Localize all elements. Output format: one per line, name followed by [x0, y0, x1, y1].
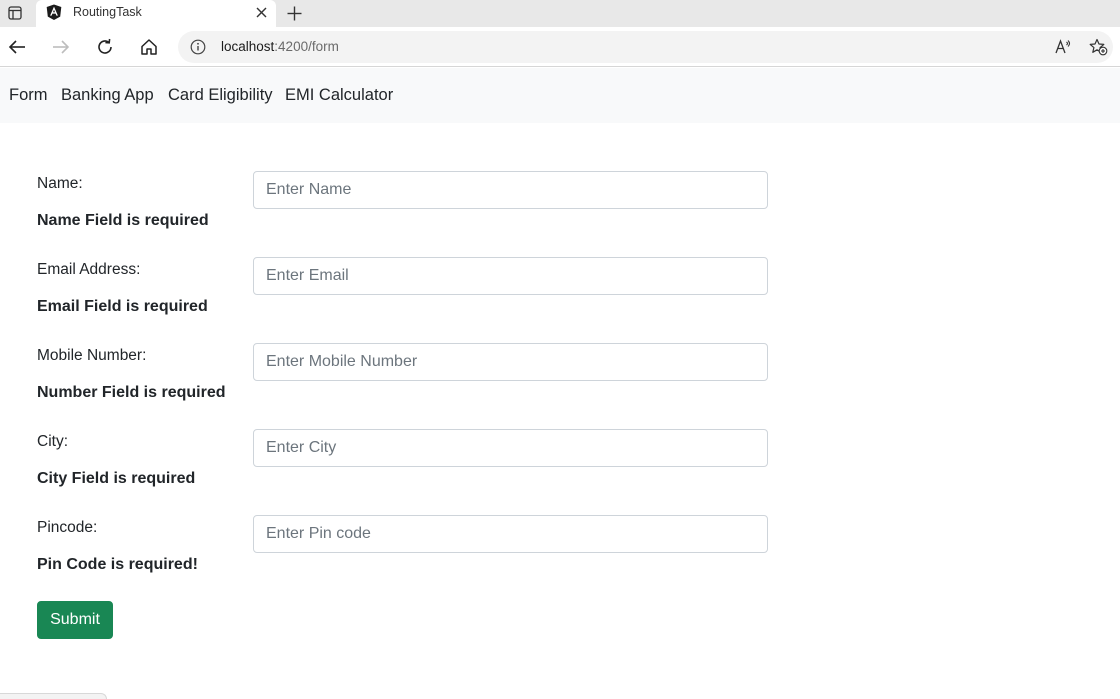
forward-arrow-icon[interactable]: [48, 34, 74, 60]
pincode-input[interactable]: [253, 515, 768, 553]
close-icon[interactable]: [251, 2, 271, 22]
city-error: City Field is required: [37, 470, 196, 487]
browser-tab[interactable]: RoutingTask: [36, 0, 276, 27]
plus-icon[interactable]: [282, 1, 306, 25]
app-navbar: Form Banking App Card Eligibility EMI Ca…: [0, 68, 1120, 123]
home-icon[interactable]: [136, 34, 162, 60]
city-input[interactable]: [253, 429, 768, 467]
mobile-input[interactable]: [253, 343, 768, 381]
tab-title: RoutingTask: [73, 5, 142, 19]
add-favorite-icon[interactable]: [1089, 38, 1108, 61]
name-error: Name Field is required: [37, 212, 209, 229]
sidebar-toggle-icon[interactable]: [4, 3, 26, 23]
name-input[interactable]: [253, 171, 768, 209]
nav-link-banking-app[interactable]: Banking App: [61, 86, 154, 105]
back-arrow-icon[interactable]: [4, 34, 30, 60]
bottom-panel-edge: [0, 693, 107, 699]
read-aloud-icon[interactable]: [1054, 38, 1072, 61]
pincode-label: Pincode:: [37, 519, 98, 536]
city-label: City:: [37, 433, 68, 450]
info-icon[interactable]: [190, 39, 206, 60]
nav-link-emi-calculator[interactable]: EMI Calculator: [285, 86, 393, 105]
mobile-error: Number Field is required: [37, 384, 226, 401]
email-input[interactable]: [253, 257, 768, 295]
browser-toolbar: localhost:4200/form: [0, 27, 1120, 67]
url-host: localhost: [221, 39, 275, 54]
url-path: :4200/form: [274, 39, 339, 54]
submit-button[interactable]: Submit: [37, 601, 113, 639]
mobile-label: Mobile Number:: [37, 347, 147, 364]
refresh-icon[interactable]: [92, 34, 118, 60]
tab-strip: RoutingTask: [0, 0, 1120, 27]
nav-link-card-eligibility[interactable]: Card Eligibility: [168, 86, 273, 105]
url-text[interactable]: localhost:4200/form: [221, 39, 339, 54]
email-error: Email Field is required: [37, 298, 208, 315]
name-label: Name:: [37, 175, 83, 192]
email-label: Email Address:: [37, 261, 141, 278]
pincode-error: Pin Code is required!: [37, 556, 198, 573]
nav-link-form[interactable]: Form: [9, 86, 48, 105]
address-bar[interactable]: localhost:4200/form: [178, 31, 1113, 63]
angular-logo-icon: [46, 4, 62, 26]
